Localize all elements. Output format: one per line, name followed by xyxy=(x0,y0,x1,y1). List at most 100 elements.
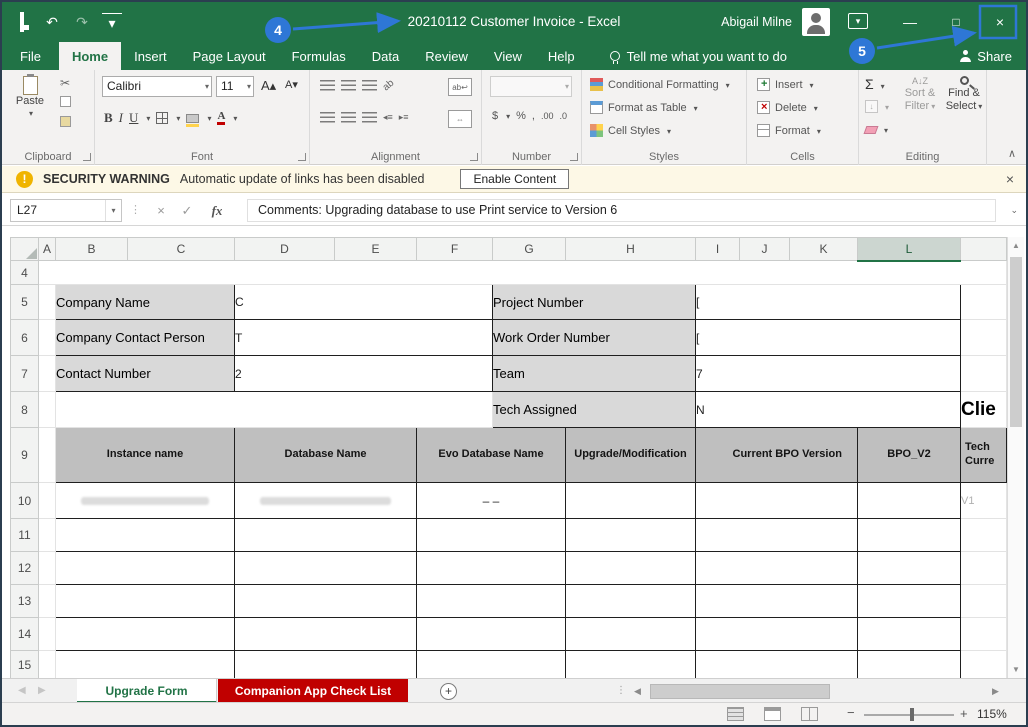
cancel-icon[interactable]: × xyxy=(150,199,172,222)
grid-cell[interactable] xyxy=(696,651,858,679)
zoom-out-icon[interactable]: − xyxy=(847,705,855,720)
grid-cell[interactable] xyxy=(566,483,696,519)
conditional-formatting-button[interactable]: Conditional Formatting xyxy=(590,78,730,91)
grid-cell[interactable] xyxy=(417,519,566,552)
cell-work-order-label[interactable]: Work Order Number xyxy=(493,320,696,356)
tab-scrollbar-divider[interactable]: ⋮ xyxy=(616,685,626,696)
formula-input[interactable]: Comments: Upgrading database to use Prin… xyxy=(247,199,996,222)
format-painter-icon[interactable] xyxy=(60,116,71,127)
fill-color-icon[interactable] xyxy=(186,114,199,123)
alignment-dialog-launcher[interactable] xyxy=(470,153,478,161)
row-header[interactable]: 4 xyxy=(11,261,39,285)
cell-version-partial[interactable]: V1 xyxy=(961,483,1007,519)
scroll-up-icon[interactable]: ▲ xyxy=(1008,237,1024,254)
row-header[interactable]: 9 xyxy=(11,428,39,483)
collapse-ribbon-icon[interactable]: ∧ xyxy=(1008,147,1016,160)
grid-cell[interactable] xyxy=(961,585,1007,618)
zoom-in-icon[interactable]: + xyxy=(960,706,968,721)
cell-instance-redacted[interactable] xyxy=(56,483,235,519)
enter-icon[interactable]: ✓ xyxy=(176,199,198,222)
grid-cell[interactable] xyxy=(39,519,56,552)
grid-cell[interactable] xyxy=(235,585,417,618)
grid-cell[interactable] xyxy=(566,585,696,618)
header-bpo-v2[interactable]: BPO_V2 xyxy=(858,428,961,483)
zoom-slider-thumb[interactable] xyxy=(910,708,914,721)
cell-contact-person-value[interactable]: T xyxy=(235,320,493,356)
scroll-down-icon[interactable]: ▼ xyxy=(1008,661,1024,678)
grid-cell[interactable] xyxy=(858,618,961,651)
col-header[interactable]: H xyxy=(566,238,696,261)
header-evo-database-name[interactable]: Evo Database Name xyxy=(417,428,566,483)
cell-styles-button[interactable]: Cell Styles xyxy=(590,124,671,137)
row-header[interactable]: 13 xyxy=(11,585,39,618)
cell-team-value[interactable]: 7 xyxy=(696,356,961,392)
name-box[interactable]: L27 ▾ xyxy=(10,199,122,222)
grid-cell[interactable] xyxy=(56,651,235,679)
next-sheet-icon[interactable]: ▶ xyxy=(38,685,46,696)
grid-cell[interactable] xyxy=(696,483,858,519)
expand-formula-bar-icon[interactable]: ⌄ xyxy=(1010,205,1018,216)
row-header[interactable]: 14 xyxy=(11,618,39,651)
grow-font-icon[interactable]: A▴ xyxy=(261,78,276,94)
cell-database-redacted[interactable] xyxy=(235,483,417,519)
col-header[interactable]: F xyxy=(417,238,493,261)
wrap-text-icon[interactable]: ab↩ xyxy=(448,78,472,96)
italic-button[interactable]: I xyxy=(119,110,123,126)
col-header[interactable]: J xyxy=(740,238,790,261)
cell-project-number-label[interactable]: Project Number xyxy=(493,285,696,320)
cut-icon[interactable]: ✂ xyxy=(60,76,70,90)
grid-cell[interactable] xyxy=(39,320,56,356)
row-header[interactable]: 15 xyxy=(11,651,39,679)
cell-tech-assigned-label[interactable]: Tech Assigned xyxy=(493,392,696,428)
prev-sheet-icon[interactable]: ◀ xyxy=(18,685,26,696)
insert-function-icon[interactable]: fx xyxy=(206,199,228,222)
col-header[interactable]: D xyxy=(235,238,335,261)
cell-contact-number-value[interactable]: 2 xyxy=(235,356,493,392)
grid-cell[interactable] xyxy=(696,519,858,552)
col-header[interactable]: I xyxy=(696,238,740,261)
align-top-icon[interactable] xyxy=(320,80,335,91)
grid-cell[interactable] xyxy=(696,552,858,585)
grid-cell[interactable] xyxy=(235,651,417,679)
grid-cell[interactable] xyxy=(56,552,235,585)
grid-cell[interactable] xyxy=(235,519,417,552)
header-upgrade-modification[interactable]: Upgrade/Modification xyxy=(566,428,696,483)
number-dialog-launcher[interactable] xyxy=(570,153,578,161)
number-format-combo[interactable]: ▾ xyxy=(490,76,572,97)
grid-cell[interactable] xyxy=(39,428,56,483)
align-center-icon[interactable] xyxy=(341,112,356,123)
row-header[interactable]: 12 xyxy=(11,552,39,585)
grid-cell[interactable] xyxy=(56,585,235,618)
comma-style-icon[interactable]: , xyxy=(532,110,535,122)
align-bottom-icon[interactable] xyxy=(362,80,377,91)
grid-cell[interactable] xyxy=(39,651,56,679)
tab-home[interactable]: Home xyxy=(59,42,121,70)
grid-cell[interactable] xyxy=(566,552,696,585)
ribbon-display-options-icon[interactable] xyxy=(848,13,868,29)
align-right-icon[interactable] xyxy=(362,112,377,123)
share-button[interactable]: Share xyxy=(960,42,1012,70)
clipboard-dialog-launcher[interactable] xyxy=(83,153,91,161)
tab-formulas[interactable]: Formulas xyxy=(279,42,359,70)
grid-cell[interactable] xyxy=(39,483,56,519)
cell-client-partial[interactable]: Clie xyxy=(961,392,1007,428)
vertical-scroll-thumb[interactable] xyxy=(1010,257,1022,427)
grid-cell[interactable] xyxy=(39,552,56,585)
grid-cell[interactable] xyxy=(39,356,56,392)
underline-button[interactable]: U xyxy=(129,110,138,126)
tab-insert[interactable]: Insert xyxy=(121,42,180,70)
grid-cell[interactable] xyxy=(39,392,56,428)
vertical-scrollbar[interactable]: ▲ ▼ xyxy=(1007,237,1024,678)
align-left-icon[interactable] xyxy=(320,112,335,123)
enable-content-button[interactable]: Enable Content xyxy=(460,169,569,189)
fill-caret-icon[interactable] xyxy=(205,112,211,124)
row-header[interactable]: 5 xyxy=(11,285,39,320)
grid-cell[interactable] xyxy=(961,320,1007,356)
row-header[interactable]: 11 xyxy=(11,519,39,552)
cell-work-order-value[interactable]: [ xyxy=(696,320,961,356)
tab-view[interactable]: View xyxy=(481,42,535,70)
format-cells-button[interactable]: Format xyxy=(757,124,821,137)
orientation-icon[interactable]: ab xyxy=(381,78,397,94)
normal-view-icon[interactable] xyxy=(727,707,744,721)
cell-contact-person-label[interactable]: Company Contact Person xyxy=(56,320,235,356)
